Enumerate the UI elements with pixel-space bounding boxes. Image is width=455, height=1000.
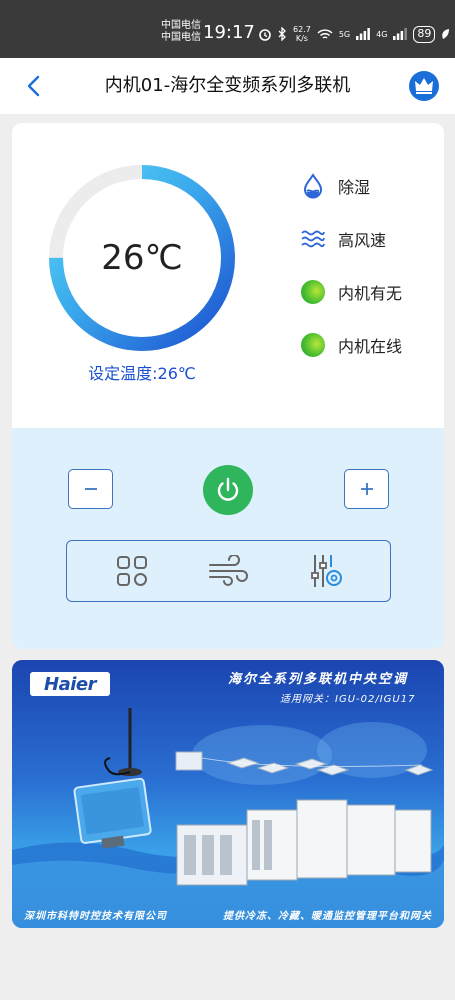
promo-banner[interactable]: Haier 海尔全系列多联机中央空调 适用网关：IGU-02/IGU17 深圳市… <box>12 660 444 928</box>
carrier-2: 中国电信 <box>161 32 201 43</box>
water-drop-icon <box>300 173 326 199</box>
wind-waves-icon <box>300 226 326 252</box>
net-speed: 62.7 K/s <box>293 25 311 43</box>
status-label: 除湿 <box>338 178 371 197</box>
banner-subtitle: 适用网关：IGU-02/IGU17 <box>280 694 416 705</box>
back-button[interactable] <box>20 72 48 100</box>
minus-icon <box>84 488 97 490</box>
power-icon <box>217 477 239 501</box>
haier-logo-text: Haier <box>44 673 96 695</box>
decrease-temperature-button[interactable] <box>68 469 113 509</box>
crown-icon <box>409 71 439 101</box>
status-list: 除湿 高风速 内机有无 内机在线 <box>300 173 402 385</box>
status-item-fan-speed: 高风速 <box>300 226 402 252</box>
signal-2-label: 4G <box>376 29 388 39</box>
wifi-icon <box>317 28 333 39</box>
alarm-icon <box>259 29 271 41</box>
status-item-unit-present: 内机有无 <box>300 279 402 305</box>
carrier-labels: 中国电信 中国电信 <box>161 20 201 44</box>
haier-logo: Haier <box>30 672 110 696</box>
bluetooth-icon <box>278 27 286 41</box>
power-button[interactable] <box>203 465 253 515</box>
carrier-1: 中国电信 <box>161 20 201 31</box>
mode-bar <box>66 540 391 602</box>
green-dot-icon <box>300 279 326 305</box>
status-label: 内机有无 <box>338 284 403 303</box>
banner-slogan: 提供冷冻、冷藏、暖通监控管理平台和网关 <box>223 911 432 922</box>
mode-button-grid[interactable] <box>110 549 154 593</box>
mode-button-wind[interactable] <box>207 549 251 593</box>
increase-temperature-button[interactable] <box>344 469 389 509</box>
vip-button[interactable] <box>408 70 440 102</box>
status-bar: 中国电信 中国电信 19:17 62.7 K/s 5G 4G 89 <box>0 0 455 58</box>
signal-1-label: 5G <box>338 29 351 39</box>
signal-1-icon <box>356 28 371 40</box>
page-title: 内机01-海尔全变频系列多联机 <box>104 75 351 96</box>
nav-bar: 内机01-海尔全变频系列多联机 <box>0 58 455 114</box>
signal-2-icon <box>393 28 408 40</box>
wind-icon <box>208 555 248 586</box>
mode-button-settings[interactable] <box>304 549 348 593</box>
current-temperature: 26℃ <box>101 238 183 278</box>
status-label: 高风速 <box>338 231 387 250</box>
green-dot-icon <box>300 332 326 358</box>
banner-footer: 深圳市科特时控技术有限公司 提供冷冻、冷藏、暖通监控管理平台和网关 <box>12 907 444 922</box>
grid-apps-icon <box>116 556 147 586</box>
clock: 19:17 <box>203 22 255 43</box>
leaf-icon <box>442 29 450 39</box>
banner-title: 海尔全系列多联机中央空调 <box>227 672 408 687</box>
banner-company: 深圳市科特时控技术有限公司 <box>24 911 167 922</box>
status-item-unit-online: 内机在线 <box>300 332 402 358</box>
control-area <box>12 428 444 649</box>
set-temperature-label: 设定温度:26℃ <box>88 364 196 383</box>
chevron-left-icon <box>27 75 40 97</box>
status-icons: 62.7 K/s 5G 4G 89 <box>258 24 450 44</box>
plus-icon <box>360 483 373 495</box>
status-item-dehumidify: 除湿 <box>300 173 402 199</box>
control-card: 26℃ 设定温度:26℃ 除湿 高风速 内机有无 内机在线 <box>12 123 444 649</box>
status-label: 内机在线 <box>338 337 403 356</box>
battery-indicator: 89 <box>413 25 436 43</box>
settings-sliders-icon <box>310 555 342 587</box>
